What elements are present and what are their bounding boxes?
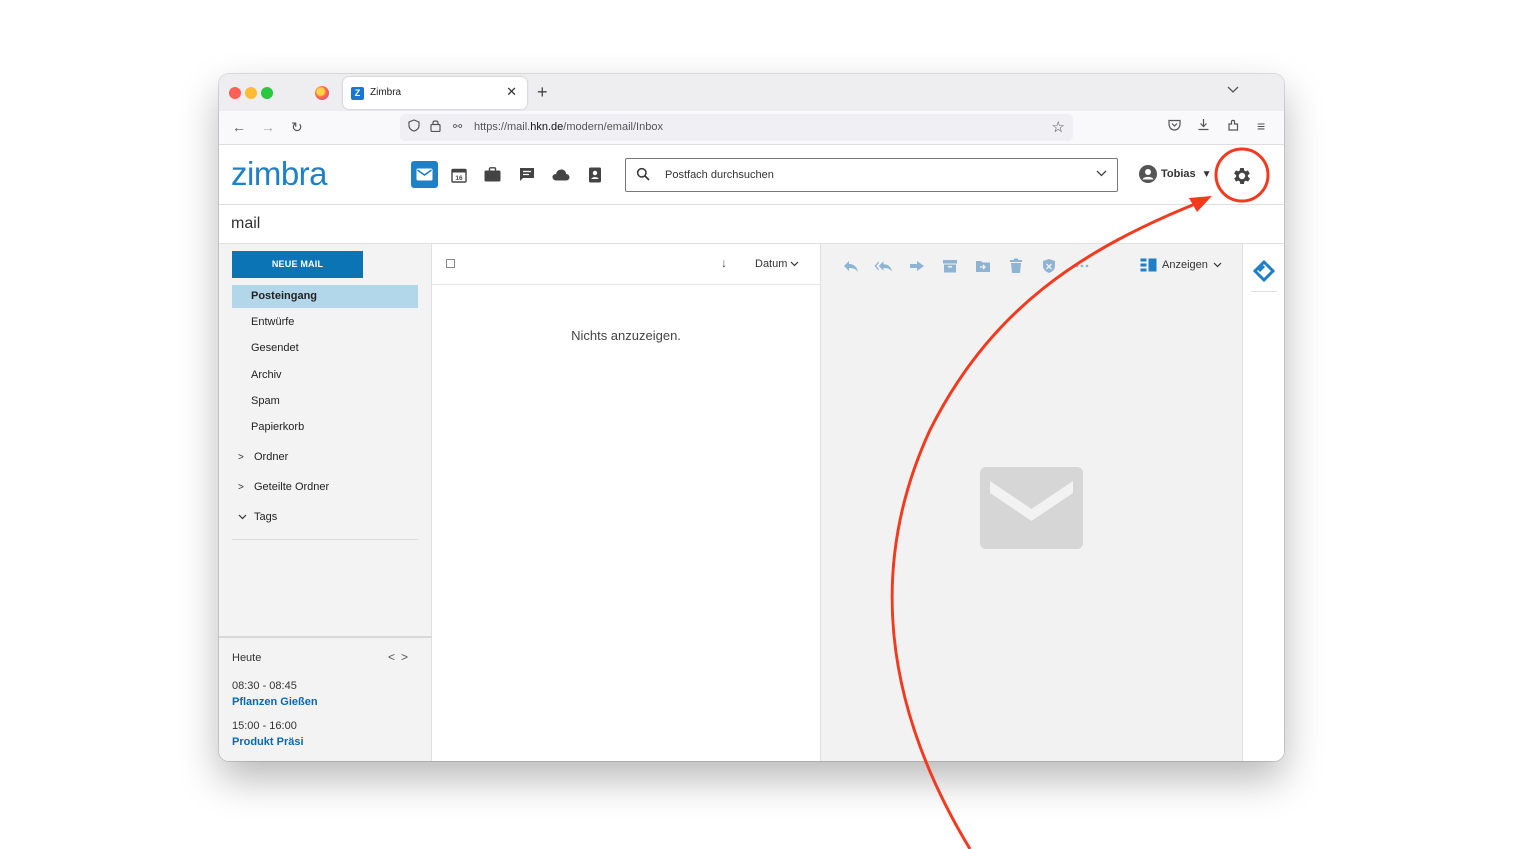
address-bar[interactable]: ⚯ https://mail.hkn.de/modern/email/Inbox… [400, 114, 1073, 141]
reading-pane-layout-icon [1140, 258, 1157, 272]
sort-field-dropdown[interactable]: Datum [755, 258, 799, 270]
lock-icon[interactable] [430, 119, 441, 135]
new-tab-icon[interactable]: + [537, 82, 548, 103]
browser-tab[interactable]: Z Zimbra ✕ [343, 77, 527, 109]
folder-item-papierkorb[interactable]: Papierkorb [232, 416, 418, 439]
downloads-icon[interactable] [1197, 118, 1210, 134]
mailbox-search-input[interactable]: Postfach durchsuchen [625, 158, 1118, 192]
chevron-down-icon[interactable] [1096, 168, 1107, 180]
archive-icon[interactable] [940, 257, 959, 275]
mail-app-icon[interactable] [411, 161, 438, 188]
url-text[interactable]: https://mail.hkn.de/modern/email/Inbox [474, 121, 663, 133]
back-icon[interactable]: ← [232, 119, 246, 135]
sidebar-divider [232, 539, 418, 540]
folder-group-tags[interactable]: Tags [238, 511, 277, 523]
folder-item-spam[interactable]: Spam [232, 390, 418, 413]
app-menu-icon[interactable]: ≡ [1257, 118, 1265, 134]
event-link[interactable]: Produkt Präsi [232, 736, 304, 748]
select-all-checkbox[interactable] [446, 259, 455, 268]
strip-divider [1251, 291, 1277, 292]
empty-envelope-icon [980, 467, 1083, 549]
caret-down-icon: ▼ [1201, 168, 1212, 180]
section-header: mail [219, 205, 1284, 244]
mini-calendar-agenda: Heute <> 08:30 - 08:45 Pflanzen Gießen 1… [219, 636, 432, 761]
folder-item-archiv[interactable]: Archiv [232, 364, 418, 387]
integration-app-icon[interactable] [1252, 259, 1276, 283]
folder-item-gesendet[interactable]: Gesendet [232, 337, 418, 360]
tracking-protection-icon[interactable] [408, 119, 420, 135]
folder-group-ordner[interactable]: > Ordner [238, 451, 288, 463]
integration-sidebar [1242, 244, 1284, 761]
browser-tab-bar: Z Zimbra ✕ + [219, 74, 1284, 111]
message-list-header: ↓ Datum [432, 244, 820, 285]
browser-nav-bar: ← → ↻ ⚯ https://mail.hkn.de/modern/email… [219, 111, 1284, 145]
user-name: Tobias [1161, 168, 1196, 180]
section-title: mail [231, 215, 261, 232]
trash-icon[interactable] [1006, 257, 1025, 275]
move-to-folder-icon[interactable] [973, 257, 992, 275]
list-all-tabs-icon[interactable] [1227, 85, 1239, 97]
avatar [1139, 165, 1157, 183]
firefox-view-icon[interactable] [315, 86, 329, 100]
message-list: ↓ Datum Nichts anzuzeigen. [432, 244, 821, 761]
maximize-window-button[interactable] [261, 87, 273, 99]
zimbra-favicon-icon: Z [351, 87, 364, 100]
forward-icon[interactable] [907, 257, 926, 275]
close-window-button[interactable] [229, 87, 241, 99]
chevron-right-icon: > [238, 452, 244, 463]
reply-icon[interactable] [841, 257, 860, 275]
spam-shield-icon[interactable] [1039, 257, 1058, 275]
view-options-dropdown[interactable]: Anzeigen [1140, 258, 1222, 272]
user-menu[interactable]: Tobias ▼ [1139, 165, 1212, 183]
reading-toolbar [841, 257, 1091, 275]
bookmark-star-icon[interactable]: ☆ [1052, 118, 1065, 136]
reading-pane: Anzeigen [821, 244, 1242, 761]
reload-icon[interactable]: ↻ [291, 119, 303, 136]
chevron-right-icon: > [238, 482, 244, 493]
folder-group-geteilte-ordner[interactable]: > Geteilte Ordner [238, 481, 329, 493]
app-header: zimbra 16 Postfach durchsuchen Tobias ▼ [219, 145, 1284, 205]
folder-sidebar: NEUE MAIL Posteingang Entwürfe Gesendet … [219, 244, 432, 761]
new-mail-button[interactable]: NEUE MAIL [232, 251, 363, 278]
agenda-nav-arrows[interactable]: <> [388, 650, 414, 664]
search-placeholder: Postfach durchsuchen [665, 169, 774, 181]
folder-item-entwuerfe[interactable]: Entwürfe [232, 311, 418, 334]
svg-text:16: 16 [455, 175, 463, 182]
folder-item-posteingang[interactable]: Posteingang [232, 285, 418, 308]
app-switcher: 16 [411, 161, 608, 188]
event-link[interactable]: Pflanzen Gießen [232, 696, 318, 708]
event-time: 08:30 - 08:45 [232, 680, 297, 692]
chevron-right-icon[interactable]: > [401, 650, 414, 664]
chevron-down-icon [238, 512, 254, 523]
pocket-icon[interactable] [1168, 118, 1181, 134]
permissions-icon[interactable]: ⚯ [453, 120, 462, 133]
extensions-icon[interactable] [1227, 118, 1240, 134]
briefcase-app-icon[interactable] [479, 161, 506, 188]
browser-window: Z Zimbra ✕ + ← → ↻ ⚯ https://mail.hkn.de… [219, 74, 1284, 761]
chat-app-icon[interactable] [513, 161, 540, 188]
minimize-window-button[interactable] [245, 87, 257, 99]
event-time: 15:00 - 16:00 [232, 720, 297, 732]
empty-list-message: Nichts anzuzeigen. [571, 328, 681, 343]
zimbra-logo[interactable]: zimbra [231, 155, 328, 193]
agenda-heading: Heute [232, 652, 262, 664]
close-tab-icon[interactable]: ✕ [506, 84, 517, 100]
gear-icon[interactable] [1231, 165, 1253, 187]
chevron-left-icon[interactable]: < [388, 650, 401, 664]
forward-icon[interactable]: → [261, 119, 275, 135]
more-actions-icon[interactable] [1072, 257, 1091, 275]
sort-direction-icon[interactable]: ↓ [721, 256, 727, 270]
search-icon [636, 167, 650, 186]
calendar-app-icon[interactable]: 16 [445, 161, 472, 188]
contacts-app-icon[interactable] [581, 161, 608, 188]
reply-all-icon[interactable] [874, 257, 893, 275]
tab-title: Zimbra [370, 87, 402, 98]
cloud-app-icon[interactable] [547, 161, 574, 188]
